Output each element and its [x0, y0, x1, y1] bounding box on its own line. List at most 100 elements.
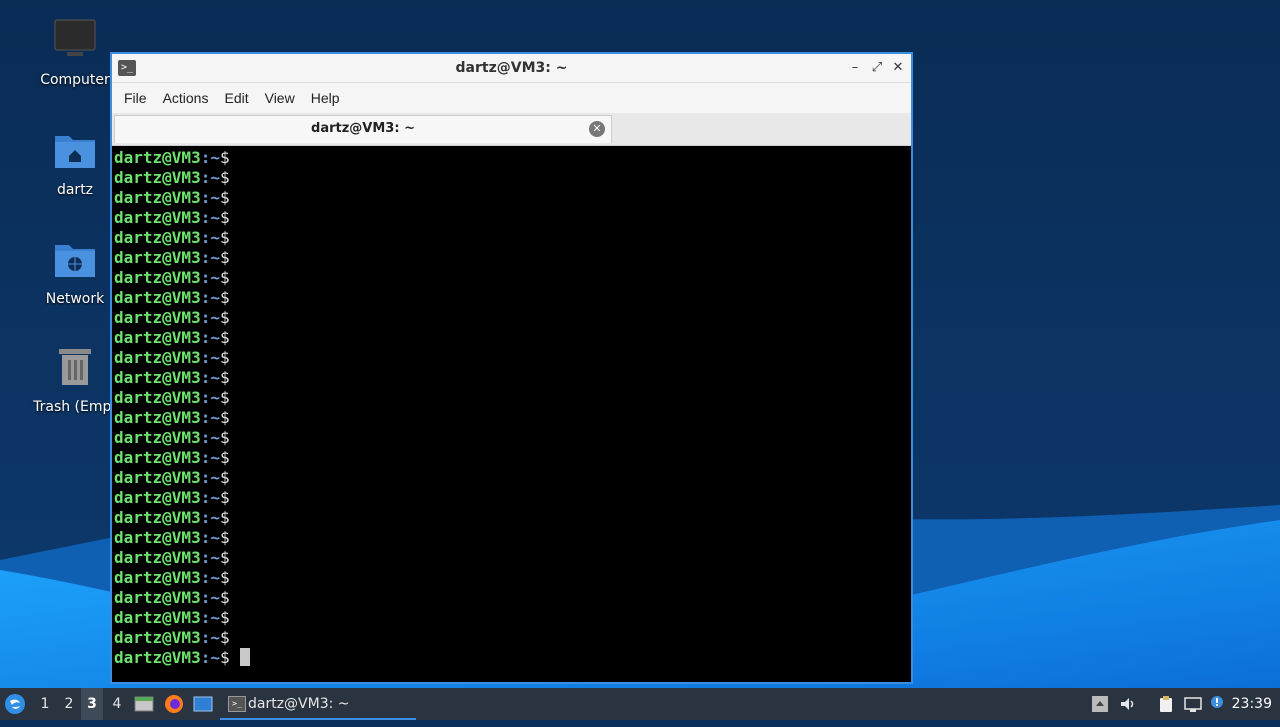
- menu-view[interactable]: View: [257, 90, 303, 106]
- prompt-symbol: $: [219, 468, 230, 487]
- window-titlebar[interactable]: >_ dartz@VM3: ~ – ⤢ ✕: [112, 54, 911, 83]
- prompt-symbol: $: [219, 628, 230, 647]
- prompt-path: :~: [200, 388, 220, 407]
- prompt-path: :~: [200, 248, 220, 267]
- prompt-symbol: $: [219, 188, 230, 207]
- menu-help[interactable]: Help: [303, 90, 348, 106]
- terminal-line: dartz@VM3:~$: [114, 408, 911, 428]
- terminal-line: dartz@VM3:~$: [114, 648, 911, 668]
- close-button[interactable]: ✕: [888, 58, 908, 78]
- prompt-symbol: $: [219, 208, 230, 227]
- clock[interactable]: 23:39: [1232, 688, 1272, 720]
- prompt-path: :~: [200, 548, 220, 567]
- prompt-path: :~: [200, 468, 220, 487]
- prompt-symbol: $: [219, 408, 230, 427]
- prompt-path: :~: [200, 488, 220, 507]
- prompt-user: dartz@VM3: [114, 508, 201, 527]
- prompt-symbol: $: [219, 548, 230, 567]
- terminal-line: dartz@VM3:~$: [114, 388, 911, 408]
- terminal-line: dartz@VM3:~$: [114, 628, 911, 648]
- prompt-symbol: $: [219, 328, 230, 347]
- prompt-user: dartz@VM3: [114, 188, 201, 207]
- prompt-user: dartz@VM3: [114, 408, 201, 427]
- lubuntu-logo-icon: [5, 694, 25, 714]
- terminal-line: dartz@VM3:~$: [114, 328, 911, 348]
- start-menu-button[interactable]: [4, 688, 28, 720]
- prompt-path: :~: [200, 148, 220, 167]
- terminal-line: dartz@VM3:~$: [114, 168, 911, 188]
- workspace-2[interactable]: 2: [58, 688, 80, 720]
- workspace-3[interactable]: 3: [81, 688, 103, 720]
- prompt-path: :~: [200, 288, 220, 307]
- prompt-symbol: $: [219, 648, 230, 667]
- notification-icon[interactable]: [1208, 695, 1226, 713]
- terminal-line: dartz@VM3:~$: [114, 548, 911, 568]
- prompt-path: :~: [200, 408, 220, 427]
- prompt-path: :~: [200, 268, 220, 287]
- terminal-line: dartz@VM3:~$: [114, 348, 911, 368]
- menu-file[interactable]: File: [116, 90, 155, 106]
- workspace-1[interactable]: 1: [34, 688, 56, 720]
- terminal-line: dartz@VM3:~$: [114, 148, 911, 168]
- prompt-user: dartz@VM3: [114, 608, 201, 627]
- menu-edit[interactable]: Edit: [216, 90, 256, 106]
- show-desktop-launcher[interactable]: [193, 688, 215, 720]
- terminal-line: dartz@VM3:~$: [114, 568, 911, 588]
- taskbar-window-terminal[interactable]: >_ dartz@VM3: ~: [220, 688, 416, 720]
- prompt-symbol: $: [219, 248, 230, 267]
- prompt-symbol: $: [219, 488, 230, 507]
- prompt-symbol: $: [219, 388, 230, 407]
- prompt-path: :~: [200, 428, 220, 447]
- prompt-symbol: $: [219, 308, 230, 327]
- prompt-user: dartz@VM3: [114, 208, 201, 227]
- terminal-window[interactable]: >_ dartz@VM3: ~ – ⤢ ✕ File Actions Edit …: [110, 52, 913, 684]
- prompt-symbol: $: [219, 508, 230, 527]
- prompt-path: :~: [200, 508, 220, 527]
- prompt-user: dartz@VM3: [114, 288, 201, 307]
- terminal-line: dartz@VM3:~$: [114, 248, 911, 268]
- desktop-icon: [193, 696, 213, 712]
- prompt-symbol: $: [219, 148, 230, 167]
- prompt-path: :~: [200, 328, 220, 347]
- prompt-path: :~: [200, 368, 220, 387]
- prompt-user: dartz@VM3: [114, 468, 201, 487]
- prompt-path: :~: [200, 628, 220, 647]
- terminal-line: dartz@VM3:~$: [114, 228, 911, 248]
- prompt-path: :~: [200, 528, 220, 547]
- up-arrow-icon[interactable]: [1091, 695, 1109, 713]
- prompt-path: :~: [200, 188, 220, 207]
- terminal-line: dartz@VM3:~$: [114, 608, 911, 628]
- prompt-symbol: $: [219, 568, 230, 587]
- maximize-button[interactable]: ⤢: [867, 58, 887, 78]
- terminal-line: dartz@VM3:~$: [114, 308, 911, 328]
- prompt-path: :~: [200, 228, 220, 247]
- network-icon[interactable]: [1184, 695, 1202, 713]
- prompt-path: :~: [200, 648, 220, 667]
- tab-terminal[interactable]: dartz@VM3: ~ ✕: [114, 115, 612, 143]
- prompt-user: dartz@VM3: [114, 588, 201, 607]
- minimize-button[interactable]: –: [845, 58, 865, 78]
- clipboard-icon[interactable]: [1157, 695, 1175, 713]
- prompt-user: dartz@VM3: [114, 528, 201, 547]
- prompt-symbol: $: [219, 288, 230, 307]
- prompt-user: dartz@VM3: [114, 168, 201, 187]
- network-folder-icon: [55, 245, 95, 277]
- menu-actions[interactable]: Actions: [155, 90, 217, 106]
- prompt-user: dartz@VM3: [114, 268, 201, 287]
- prompt-symbol: $: [219, 348, 230, 367]
- volume-icon[interactable]: [1119, 695, 1137, 713]
- prompt-symbol: $: [219, 448, 230, 467]
- terminal-line: dartz@VM3:~$: [114, 448, 911, 468]
- prompt-symbol: $: [219, 528, 230, 547]
- terminal-line: dartz@VM3:~$: [114, 288, 911, 308]
- terminal-line: dartz@VM3:~$: [114, 268, 911, 288]
- terminal-output[interactable]: dartz@VM3:~$ dartz@VM3:~$ dartz@VM3:~$ dart…: [112, 146, 911, 682]
- firefox-icon: [165, 695, 183, 713]
- firefox-launcher[interactable]: [164, 688, 186, 720]
- workspace-4[interactable]: 4: [106, 688, 128, 720]
- file-manager-launcher[interactable]: [134, 688, 154, 720]
- prompt-user: dartz@VM3: [114, 628, 201, 647]
- tab-close-icon[interactable]: ✕: [589, 121, 605, 137]
- prompt-user: dartz@VM3: [114, 328, 201, 347]
- prompt-path: :~: [200, 608, 220, 627]
